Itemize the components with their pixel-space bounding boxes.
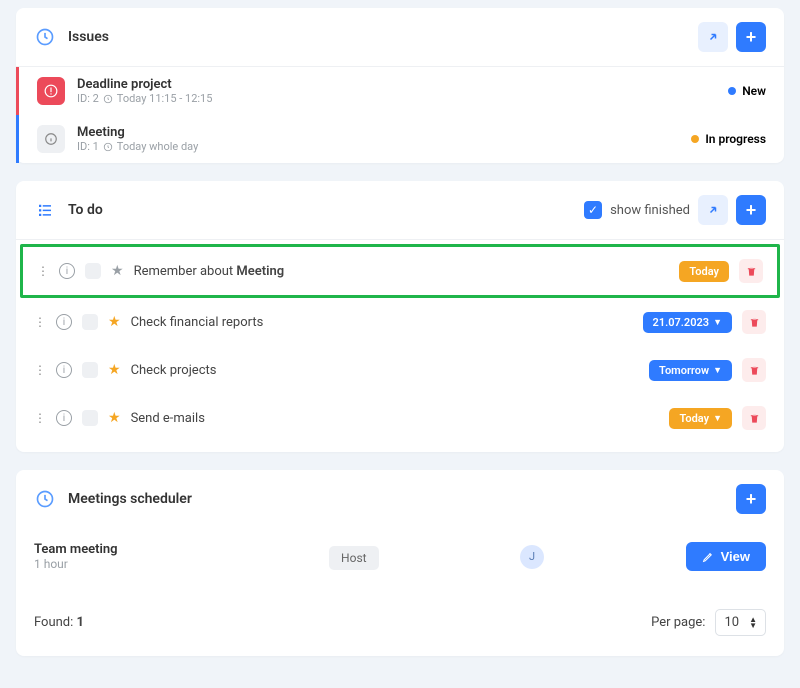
chevron-down-icon: ▼ (713, 413, 722, 424)
issues-card: Issues + Deadline project ID: 2 (16, 8, 784, 163)
todo-checkbox[interactable] (82, 362, 98, 378)
drag-handle-icon[interactable]: ⋮ (34, 363, 46, 377)
todo-add-button[interactable]: + (736, 195, 766, 225)
star-icon[interactable]: ★ (108, 410, 121, 426)
show-finished-toggle[interactable]: ✓ show finished (584, 201, 690, 219)
due-badge[interactable]: Today (679, 261, 729, 282)
todo-row[interactable]: ⋮ i ★ Check projects Tomorrow ▼ (16, 346, 784, 394)
view-button[interactable]: View (686, 542, 766, 571)
chevron-down-icon: ▼ (713, 365, 722, 376)
issue-title: Deadline project (77, 77, 212, 92)
issue-row[interactable]: Deadline project ID: 2 Today 11:15 - 12:… (16, 67, 784, 115)
todo-text: Check financial reports (131, 315, 264, 330)
issue-status: New (728, 84, 766, 98)
meetings-add-button[interactable]: + (736, 484, 766, 514)
check-icon: ✓ (584, 201, 602, 219)
meeting-title: Team meeting (34, 542, 317, 557)
todo-text: Check projects (131, 363, 217, 378)
issue-title: Meeting (77, 125, 198, 140)
per-page-label: Per page: (651, 615, 705, 630)
drag-handle-icon[interactable]: ⋮ (34, 411, 46, 425)
due-badge[interactable]: Today ▼ (669, 408, 732, 429)
host-badge: Host (329, 546, 379, 570)
status-dot-icon (728, 87, 736, 95)
found-label: Found: 1 (34, 615, 84, 630)
meetings-card: Meetings scheduler + Team meeting 1 hour… (16, 470, 784, 656)
issue-status: In progress (691, 132, 766, 146)
star-icon[interactable]: ★ (108, 362, 121, 378)
clock-mini-icon (103, 94, 113, 104)
delete-button[interactable] (739, 259, 763, 283)
star-icon[interactable]: ★ (111, 263, 124, 279)
drag-handle-icon[interactable]: ⋮ (37, 264, 49, 278)
issues-expand-button[interactable] (698, 22, 728, 52)
per-page-select[interactable]: 10 ▲▼ (715, 609, 766, 636)
meetings-header: Meetings scheduler + (16, 470, 784, 528)
issue-row[interactable]: Meeting ID: 1 Today whole day In progres… (16, 115, 784, 163)
alert-icon (37, 77, 65, 105)
issue-meta: ID: 2 Today 11:15 - 12:15 (77, 92, 212, 105)
due-badge[interactable]: Tomorrow ▼ (649, 360, 732, 381)
clock-mini-icon (103, 142, 113, 152)
todo-title: To do (68, 202, 103, 218)
todo-header: To do ✓ show finished + (16, 181, 784, 240)
meeting-row: Team meeting 1 hour Host J View (16, 528, 784, 585)
drag-handle-icon[interactable]: ⋮ (34, 315, 46, 329)
clock-icon (34, 488, 56, 510)
chevron-down-icon: ▼ (713, 317, 722, 328)
status-dot-icon (691, 135, 699, 143)
todo-text: Remember about Meeting (134, 264, 285, 279)
todo-row[interactable]: ⋮ i ★ Send e-mails Today ▼ (16, 394, 784, 442)
todo-checkbox[interactable] (82, 410, 98, 426)
delete-button[interactable] (742, 358, 766, 382)
todo-checkbox[interactable] (85, 263, 101, 279)
delete-button[interactable] (742, 310, 766, 334)
todo-row[interactable]: ⋮ i ★ Remember about Meeting Today (20, 244, 780, 298)
todo-text: Send e-mails (131, 411, 205, 426)
info-icon (37, 125, 65, 153)
todo-checkbox[interactable] (82, 314, 98, 330)
meeting-duration: 1 hour (34, 557, 317, 571)
pencil-icon (702, 550, 715, 563)
info-icon[interactable]: i (56, 410, 72, 426)
issues-add-button[interactable]: + (736, 22, 766, 52)
info-icon[interactable]: i (56, 314, 72, 330)
delete-button[interactable] (742, 406, 766, 430)
star-icon[interactable]: ★ (108, 314, 121, 330)
clock-icon (34, 26, 56, 48)
meetings-title: Meetings scheduler (68, 491, 192, 507)
list-icon (34, 199, 56, 221)
issues-title: Issues (68, 29, 109, 45)
todo-row[interactable]: ⋮ i ★ Check financial reports 21.07.2023 ▼ (16, 298, 784, 346)
issue-meta: ID: 1 Today whole day (77, 140, 198, 153)
todo-expand-button[interactable] (698, 195, 728, 225)
issues-header: Issues + (16, 8, 784, 67)
meetings-footer: Found: 1 Per page: 10 ▲▼ (16, 585, 784, 656)
due-badge[interactable]: 21.07.2023 ▼ (643, 312, 732, 333)
sort-icon: ▲▼ (749, 617, 757, 629)
info-icon[interactable]: i (59, 263, 75, 279)
info-icon[interactable]: i (56, 362, 72, 378)
avatar[interactable]: J (520, 545, 544, 569)
todo-card: To do ✓ show finished + ⋮ i ★ Remember abou… (16, 181, 784, 452)
